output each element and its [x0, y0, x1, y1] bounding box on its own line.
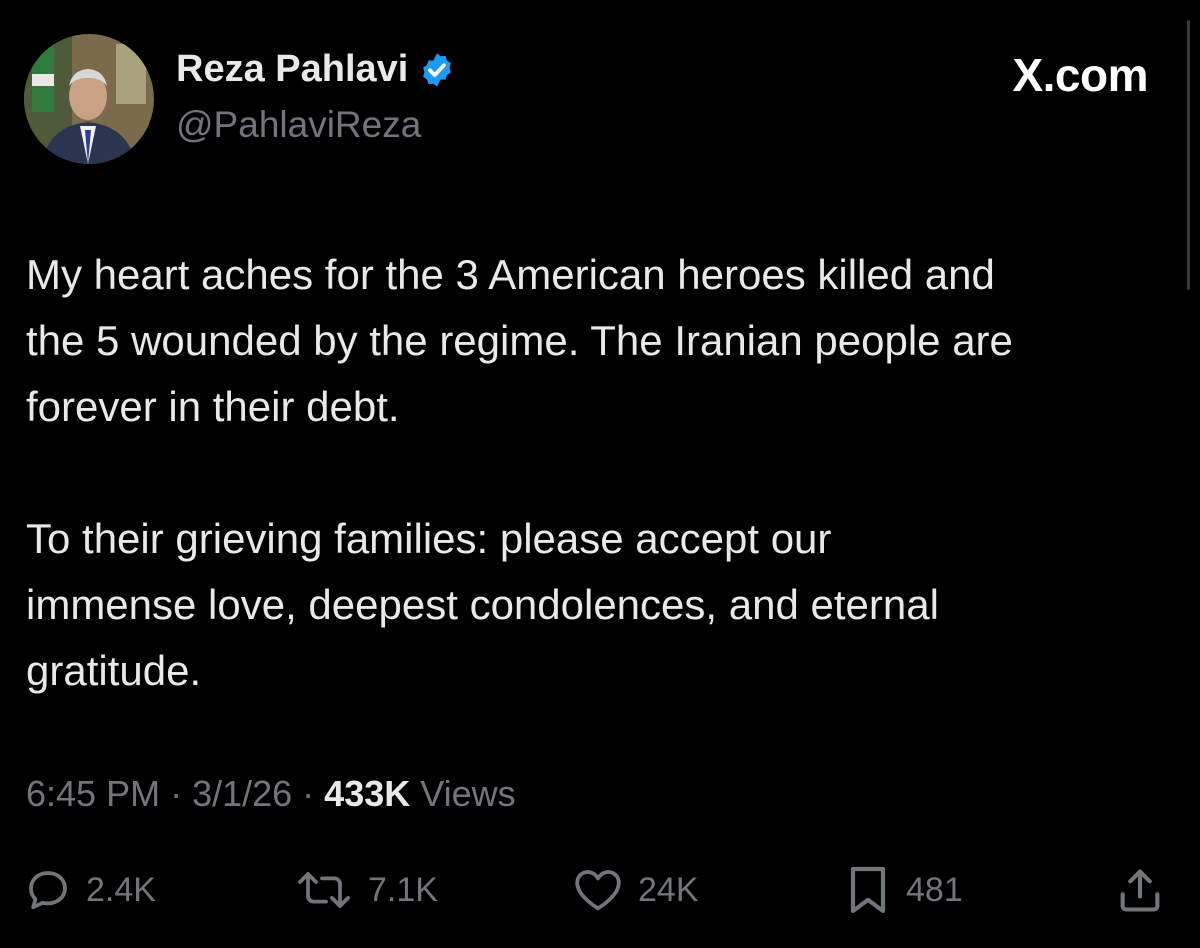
views-label: Views	[410, 773, 516, 814]
profile-photo-icon	[24, 34, 154, 164]
tweet-time[interactable]: 6:45 PM	[26, 773, 160, 814]
heart-icon	[575, 870, 621, 911]
reply-icon	[29, 871, 67, 910]
verified-badge-icon[interactable]	[418, 51, 456, 89]
like-count: 24K	[638, 870, 699, 909]
scrollbar[interactable]	[1187, 20, 1190, 290]
watermark-logo: X.com	[1012, 49, 1148, 101]
tweet-paragraph: My heart aches for the 3 American heroes…	[26, 251, 1013, 430]
bookmark-count: 481	[906, 870, 963, 909]
share-button[interactable]	[1114, 858, 1166, 922]
bookmark-icon	[850, 866, 886, 914]
repost-button[interactable]: 7.1K	[294, 858, 438, 922]
bookmark-button[interactable]: 481	[844, 858, 963, 922]
meta-separator: ·	[160, 773, 193, 814]
tweet-paragraph: To their grieving families: please accep…	[26, 515, 939, 694]
views-count: 433K	[324, 773, 411, 814]
reply-count: 2.4K	[86, 870, 156, 909]
repost-count: 7.1K	[368, 870, 438, 909]
action-bar: 2.4K 7.1K 24K 481	[0, 858, 1200, 922]
share-icon	[1120, 869, 1160, 912]
tweet-meta: 6:45 PM · 3/1/26 · 433K Views	[26, 773, 516, 815]
author-name[interactable]: Reza Pahlavi	[176, 48, 456, 91]
tweet-text: My heart aches for the 3 American heroes…	[26, 242, 1186, 704]
like-button[interactable]: 24K	[572, 858, 699, 922]
repost-icon	[298, 872, 350, 908]
reply-button[interactable]: 2.4K	[24, 858, 156, 922]
author-handle[interactable]: @PahlaviReza	[176, 104, 421, 146]
tweet-date[interactable]: 3/1/26	[192, 773, 292, 814]
avatar[interactable]	[24, 34, 154, 164]
display-name-text[interactable]: Reza Pahlavi	[176, 48, 408, 91]
meta-separator: ·	[292, 773, 325, 814]
